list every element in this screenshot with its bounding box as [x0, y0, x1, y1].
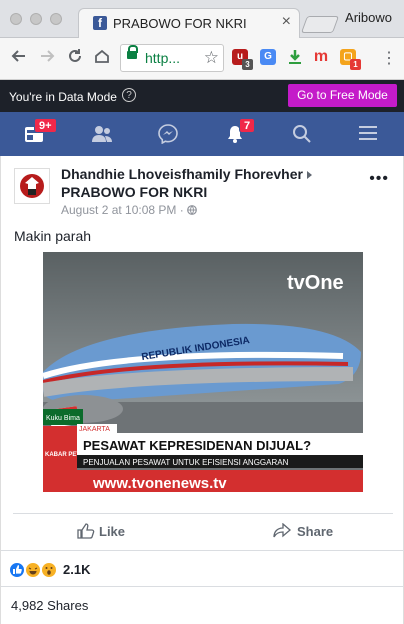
thumbs-up-icon [77, 523, 95, 539]
facebook-nav-bar: 9+ 7 [0, 112, 404, 156]
post-timestamp[interactable]: August 2 at 10:08 PM · [61, 203, 187, 217]
post-meta: August 2 at 10:08 PM · [61, 203, 197, 217]
news-subheadline: PENJUALAN PESAWAT UNTUK EFISIENSI ANGGAR… [83, 458, 289, 467]
globe-icon [187, 205, 197, 215]
search-icon [293, 125, 311, 143]
minimize-window-button[interactable] [30, 13, 42, 25]
divider [1, 586, 404, 587]
data-mode-message: You're in Data Mode [9, 90, 117, 104]
author-name[interactable]: Dhandhie Lhoveisfhamily Fhorevher [61, 166, 303, 182]
home-icon[interactable] [93, 47, 111, 70]
reload-icon[interactable] [66, 47, 84, 70]
feed-post: Dhandhie Lhoveisfhamily Fhorevher PRABOW… [0, 156, 404, 624]
zoom-window-button[interactable] [50, 13, 62, 25]
sponsor-tag: Kuku Bima [46, 415, 80, 422]
news-headline: PESAWAT KEPRESIDENAN DIJUAL? [83, 438, 311, 453]
messenger-icon [158, 124, 178, 144]
shares-count[interactable]: 4,982 Shares [11, 598, 88, 613]
haha-reaction-icon[interactable] [25, 562, 41, 578]
post-text: Makin parah [14, 228, 92, 244]
share-button[interactable]: Share [273, 522, 334, 539]
friends-icon [92, 126, 112, 142]
profile-name[interactable]: Aribowo [345, 10, 392, 25]
reaction-count[interactable]: 2.1K [63, 562, 90, 577]
ublock-extension-icon[interactable]: u 3 [232, 49, 253, 70]
wow-reaction-icon[interactable] [41, 562, 57, 578]
post-author[interactable]: Dhandhie Lhoveisfhamily Fhorevher [61, 166, 312, 182]
notifications-badge: 7 [239, 118, 256, 133]
like-reaction-icon[interactable] [9, 562, 25, 578]
hamburger-menu-icon [359, 126, 377, 140]
forward-arrow-icon[interactable] [38, 47, 56, 70]
garuda-emblem-icon [20, 174, 44, 198]
calendar-extension-icon[interactable]: ▢ 1 [340, 49, 361, 70]
address-bar[interactable]: http... ☆ [120, 44, 224, 72]
more-options-icon[interactable]: ••• [369, 170, 389, 188]
share-arrow-icon [273, 522, 291, 538]
news-screenshot-graphic: REPUBLIK INDONESIA tvOne Kuku Bima KABAR… [43, 252, 363, 492]
bookmark-star-icon[interactable]: ☆ [204, 48, 219, 68]
nav-search[interactable] [268, 112, 335, 156]
nav-friends[interactable] [67, 112, 134, 156]
like-label: Like [99, 524, 126, 539]
nav-home[interactable]: 9+ [0, 112, 67, 156]
url-text: http... [145, 50, 181, 66]
post-page-name[interactable]: PRABOWO FOR NKRI [61, 184, 207, 200]
free-mode-button[interactable]: Go to Free Mode [288, 84, 397, 107]
ublock-badge: 3 [242, 59, 253, 70]
arrow-right-icon [306, 171, 312, 180]
nav-menu[interactable] [335, 112, 402, 156]
author-avatar[interactable] [14, 168, 50, 204]
location-tag: JAKARTA [79, 426, 110, 433]
nav-notifications[interactable]: 7 [201, 112, 268, 156]
website-banner: www.tvonenews.tv [92, 475, 227, 492]
browser-toolbar: http... ☆ u 3 G m ▢ 1 ⋮ [0, 38, 404, 80]
m-extension-icon[interactable]: m [313, 49, 329, 65]
tvone-logo: tvOne [287, 272, 344, 294]
divider [1, 550, 404, 551]
new-tab-button[interactable] [300, 16, 340, 33]
back-arrow-icon[interactable] [10, 47, 28, 70]
home-badge: 9+ [34, 118, 57, 133]
translate-extension-icon[interactable]: G [260, 49, 276, 65]
lock-icon [127, 45, 138, 59]
nav-messenger[interactable] [134, 112, 201, 156]
close-window-button[interactable] [10, 13, 22, 25]
tab-close-icon[interactable]: × [282, 13, 291, 31]
download-extension-icon[interactable] [287, 49, 303, 65]
browser-tab[interactable]: f PRABOWO FOR NKRI × [78, 8, 300, 38]
share-label: Share [297, 524, 334, 539]
post-image[interactable]: REPUBLIK INDONESIA tvOne Kuku Bima KABAR… [43, 252, 363, 492]
browser-menu-icon[interactable]: ⋮ [381, 48, 397, 68]
browser-tab-strip: f PRABOWO FOR NKRI × Aribowo [0, 0, 404, 38]
like-button[interactable]: Like [77, 523, 125, 539]
help-icon[interactable]: ? [122, 88, 136, 102]
calendar-badge: 1 [350, 59, 361, 70]
facebook-favicon-icon: f [93, 16, 107, 30]
divider [13, 513, 393, 514]
tab-title: PRABOWO FOR NKRI [113, 16, 247, 31]
data-mode-bar: You're in Data Mode ? Go to Free Mode [0, 80, 404, 112]
